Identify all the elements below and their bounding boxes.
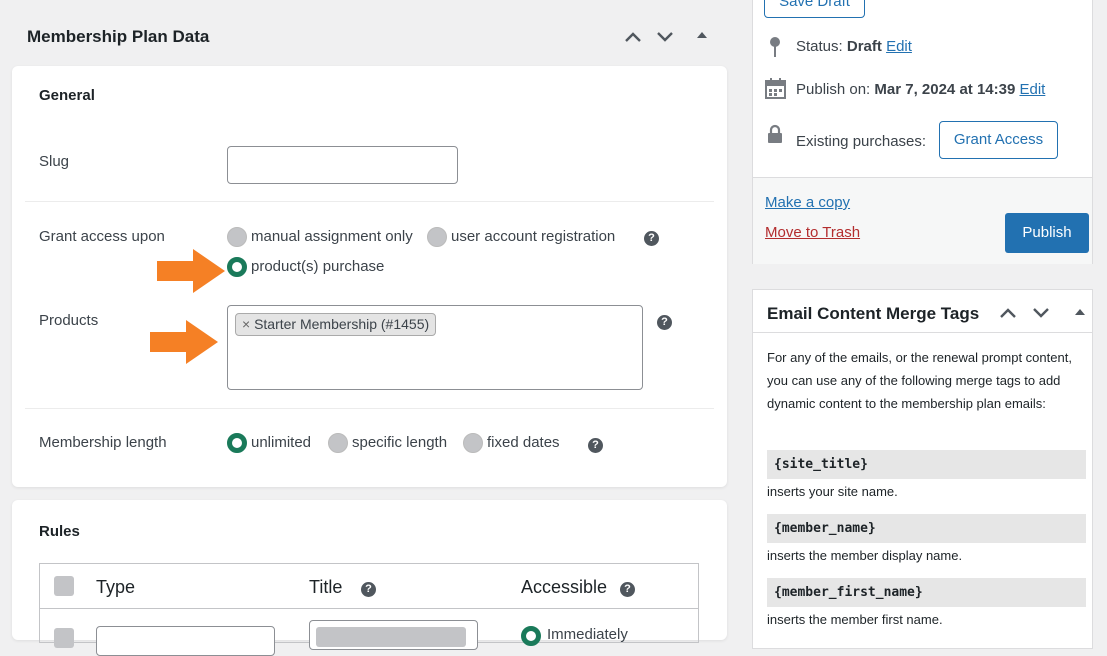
merge-tag-desc: inserts your site name. xyxy=(767,484,898,499)
move-down-icon[interactable] xyxy=(655,30,675,44)
orange-arrow-icon xyxy=(157,249,225,293)
rules-heading: Rules xyxy=(39,523,80,540)
grant-access-button[interactable]: Grant Access xyxy=(939,121,1058,159)
move-to-trash-link[interactable]: Move to Trash xyxy=(765,224,860,241)
merge-tag-code: {member_name} xyxy=(767,514,1086,543)
move-up-icon[interactable] xyxy=(998,306,1018,320)
general-heading: General xyxy=(39,87,95,104)
remove-tag-icon[interactable]: × xyxy=(242,316,250,332)
help-icon[interactable]: ? xyxy=(644,231,659,246)
products-label: Products xyxy=(39,312,99,329)
radio-specific-length[interactable] xyxy=(328,433,348,453)
general-section xyxy=(12,66,727,487)
radio-accessible-immediately[interactable] xyxy=(521,626,541,646)
help-icon[interactable]: ? xyxy=(620,582,635,597)
radio-fixed-dates[interactable] xyxy=(463,433,483,453)
status-row: Status: Draft Edit xyxy=(796,38,912,55)
edit-date-link[interactable]: Edit xyxy=(1020,81,1046,98)
make-copy-link[interactable]: Make a copy xyxy=(765,194,850,211)
move-down-icon[interactable] xyxy=(1031,306,1051,320)
merge-tag-desc: inserts the member display name. xyxy=(767,548,963,563)
status-label: Status: xyxy=(796,38,843,55)
membership-length-label: Membership length xyxy=(39,434,167,451)
merge-tags-title: Email Content Merge Tags xyxy=(767,304,980,323)
rule-type-select[interactable] xyxy=(96,626,275,656)
help-icon[interactable]: ? xyxy=(361,582,376,597)
help-icon[interactable]: ? xyxy=(588,438,603,453)
publish-date-value: Mar 7, 2024 at 14:39 xyxy=(874,81,1016,98)
merge-tags-intro: For any of the emails, or the renewal pr… xyxy=(767,350,1072,411)
divider xyxy=(753,332,1092,333)
product-tag: × Starter Membership (#1455) xyxy=(235,313,437,336)
collapse-toggle-icon[interactable] xyxy=(1073,307,1087,317)
select-all-checkbox[interactable] xyxy=(54,576,74,596)
column-accessible: Accessible xyxy=(521,577,608,597)
merge-tag-code: {member_first_name} xyxy=(767,578,1086,607)
divider xyxy=(25,201,714,202)
rule-title-select[interactable] xyxy=(309,620,478,650)
publish-button[interactable]: Publish xyxy=(1005,213,1089,253)
radio-user-registration-label: user account registration xyxy=(451,228,616,245)
radio-specific-length-label: specific length xyxy=(352,434,448,451)
radio-manual-assignment-label: manual assignment only xyxy=(251,228,413,245)
radio-unlimited-label: unlimited xyxy=(251,434,312,451)
radio-unlimited[interactable] xyxy=(227,433,247,453)
publish-label: Publish on: xyxy=(796,81,871,98)
divider xyxy=(25,408,714,409)
save-draft-button[interactable]: Save Draft xyxy=(764,0,865,18)
product-tag-label: Starter Membership (#1455) xyxy=(254,316,430,332)
existing-purchases-label: Existing purchases: xyxy=(796,133,927,150)
collapse-toggle-icon[interactable] xyxy=(695,30,709,40)
calendar-icon xyxy=(765,78,786,99)
plan-box-title: Membership Plan Data xyxy=(27,27,210,46)
lock-icon xyxy=(768,124,782,143)
grant-access-label: Grant access upon xyxy=(39,228,165,245)
slug-label: Slug xyxy=(39,153,70,170)
column-title: Title xyxy=(309,577,343,597)
radio-manual-assignment[interactable] xyxy=(227,227,247,247)
pin-icon xyxy=(770,37,780,57)
radio-accessible-label: Immediately xyxy=(547,626,628,643)
radio-product-purchase-label: product(s) purchase xyxy=(251,258,385,275)
row-checkbox[interactable] xyxy=(54,628,74,648)
radio-user-registration[interactable] xyxy=(427,227,447,247)
column-type: Type xyxy=(96,577,136,597)
merge-tag-desc: inserts the member first name. xyxy=(767,612,943,627)
products-select[interactable]: × Starter Membership (#1455) xyxy=(227,305,643,390)
radio-fixed-dates-label: fixed dates xyxy=(487,434,560,451)
rule-title-tag xyxy=(316,627,466,647)
orange-arrow-icon xyxy=(150,320,218,364)
move-up-icon[interactable] xyxy=(623,30,643,44)
merge-tag-code: {site_title} xyxy=(767,450,1086,479)
divider xyxy=(39,608,699,609)
radio-product-purchase[interactable] xyxy=(227,257,247,277)
status-value: Draft xyxy=(846,38,882,55)
publish-date-row: Publish on: Mar 7, 2024 at 14:39 Edit xyxy=(796,81,1045,98)
edit-status-link[interactable]: Edit xyxy=(886,38,912,55)
help-icon[interactable]: ? xyxy=(657,315,672,330)
slug-input[interactable] xyxy=(227,146,458,184)
